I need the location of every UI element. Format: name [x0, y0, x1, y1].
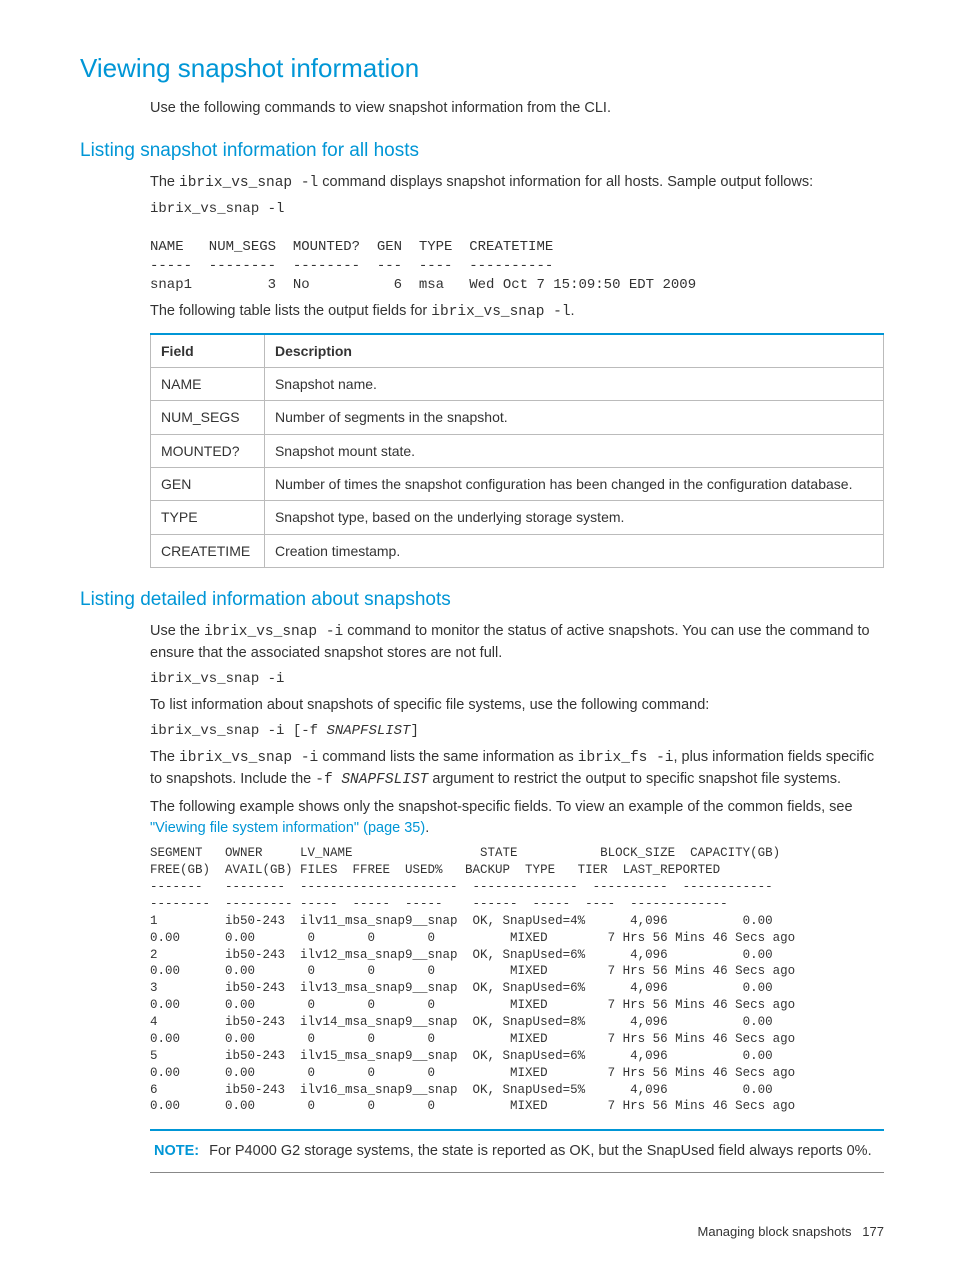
- fields-table: Field Description NAMESnapshot name. NUM…: [150, 333, 884, 568]
- page-heading: Viewing snapshot information: [80, 50, 884, 88]
- code-arg: SNAPFSLIST: [326, 723, 410, 739]
- table-row: CREATETIMECreation timestamp.: [151, 534, 884, 567]
- inline-code: ibrix_fs -i: [578, 750, 674, 766]
- section2-p3: The ibrix_vs_snap -i command lists the s…: [150, 747, 884, 791]
- table-row: MOUNTED?Snapshot mount state.: [151, 434, 884, 467]
- text: Use the: [150, 623, 204, 639]
- note-label: NOTE:: [154, 1143, 199, 1159]
- page-number: 177: [862, 1224, 884, 1239]
- desc-cell: Snapshot type, based on the underlying s…: [264, 501, 883, 534]
- table-header-field: Field: [151, 334, 265, 368]
- text: The following example shows only the sna…: [150, 799, 853, 815]
- inline-code: ibrix_vs_snap -i: [179, 750, 318, 766]
- code-text: ]: [410, 723, 418, 739]
- field-cell: NUM_SEGS: [151, 401, 265, 434]
- table-row: TYPESnapshot type, based on the underlyi…: [151, 501, 884, 534]
- field-cell: CREATETIME: [151, 534, 265, 567]
- code-block-1: ibrix_vs_snap -l NAME NUM_SEGS MOUNTED? …: [150, 200, 884, 294]
- code-block-3: ibrix_vs_snap -i [-f SNAPFSLIST]: [150, 722, 884, 741]
- text: command displays snapshot information fo…: [318, 174, 813, 190]
- table-row: NUM_SEGSNumber of segments in the snapsh…: [151, 401, 884, 434]
- section2-p2: To list information about snapshots of s…: [150, 695, 884, 716]
- text: .: [571, 303, 575, 319]
- field-cell: NAME: [151, 368, 265, 401]
- inline-code: ibrix_vs_snap -i: [204, 624, 343, 640]
- section1-p1: The ibrix_vs_snap -l command displays sn…: [150, 172, 884, 194]
- code-arg: SNAPFSLIST: [341, 772, 428, 788]
- desc-cell: Snapshot mount state.: [264, 434, 883, 467]
- desc-cell: Snapshot name.: [264, 368, 883, 401]
- code-block-2: ibrix_vs_snap -i: [150, 670, 884, 689]
- desc-cell: Number of segments in the snapshot.: [264, 401, 883, 434]
- desc-cell: Number of times the snapshot configurati…: [264, 467, 883, 500]
- intro-text: Use the following commands to view snaps…: [150, 98, 884, 119]
- note-text: For P4000 G2 storage systems, the state …: [209, 1143, 872, 1159]
- text: The: [150, 749, 179, 765]
- desc-cell: Creation timestamp.: [264, 534, 883, 567]
- text: .: [425, 820, 429, 836]
- field-cell: MOUNTED?: [151, 434, 265, 467]
- section1-heading: Listing snapshot information for all hos…: [80, 137, 884, 165]
- note-box: NOTE: For P4000 G2 storage systems, the s…: [150, 1129, 884, 1173]
- table-header-description: Description: [264, 334, 883, 368]
- section2-p1: Use the ibrix_vs_snap -i command to moni…: [150, 621, 884, 664]
- section1-p2: The following table lists the output fie…: [150, 301, 884, 323]
- inline-code: ibrix_vs_snap -l: [179, 175, 318, 191]
- code-block-4: SEGMENT OWNER LV_NAME STATE BLOCK_SIZE C…: [150, 845, 884, 1115]
- field-cell: GEN: [151, 467, 265, 500]
- table-row: NAMESnapshot name.: [151, 368, 884, 401]
- link-viewing-fs-info[interactable]: "Viewing file system information" (page …: [150, 820, 425, 836]
- field-cell: TYPE: [151, 501, 265, 534]
- section2-p4: The following example shows only the sna…: [150, 797, 884, 839]
- section2-heading: Listing detailed information about snaps…: [80, 586, 884, 614]
- footer-text: Managing block snapshots: [698, 1224, 852, 1239]
- text: The: [150, 174, 179, 190]
- code-text: ibrix_vs_snap -i [-f: [150, 723, 326, 739]
- inline-code: -f: [315, 772, 341, 788]
- text: argument to restrict the output to speci…: [428, 771, 841, 787]
- page-footer: Managing block snapshots 177: [80, 1223, 884, 1242]
- text: command lists the same information as: [318, 749, 578, 765]
- text: The following table lists the output fie…: [150, 303, 431, 319]
- inline-code: ibrix_vs_snap -l: [431, 304, 570, 320]
- table-row: GENNumber of times the snapshot configur…: [151, 467, 884, 500]
